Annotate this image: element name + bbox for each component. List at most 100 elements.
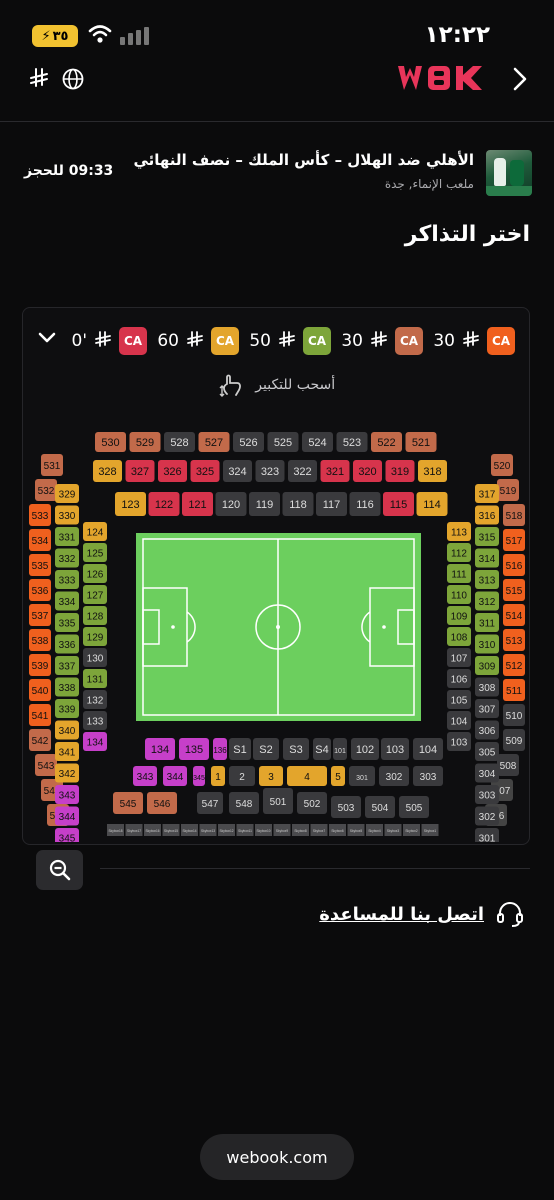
seat-section-label: 116 (356, 499, 374, 511)
page-title: اختر التذاكر (404, 222, 530, 247)
seat-section-label: 525 (274, 437, 292, 449)
seat-section-label: 530 (101, 437, 119, 449)
seat-section-label: 331 (59, 533, 76, 544)
seat-section-label: 309 (479, 662, 496, 673)
skybox-label: Skybox18 (109, 829, 123, 833)
seat-section-label: 307 (479, 705, 496, 716)
seat-section-label: 330 (59, 511, 76, 522)
seat-section-label: 522 (377, 437, 395, 449)
skybox-label: Skybox14 (183, 829, 197, 833)
seat-section-label: 324 (228, 466, 246, 478)
seat-section-label: 130 (87, 654, 104, 665)
price-tier-1[interactable]: 30 CA (433, 326, 515, 356)
seat-section-label: 326 (163, 466, 181, 478)
seat-section-label: 302 (386, 772, 403, 783)
seat-section-label: 521 (412, 437, 430, 449)
seat-section-label: 125 (87, 549, 104, 560)
seat-section-label: 516 (506, 561, 523, 572)
price-tier-5[interactable]: 0' CA (72, 326, 147, 356)
seat-section-label: 325 (196, 466, 214, 478)
seat-section-label: 503 (338, 803, 355, 814)
battery-level: ٣٥ (52, 28, 69, 44)
app-header (0, 56, 554, 104)
bolt-icon: ⚡ (41, 28, 51, 44)
seat-section-label: 345 (59, 834, 76, 843)
seat-section-label: 105 (451, 696, 468, 707)
seat-section-label: 113 (451, 528, 467, 539)
seat-section-label: 508 (500, 761, 517, 772)
seat-section-label: 111 (451, 570, 467, 581)
seat-section-label: 136 (213, 746, 227, 755)
chevron-down-icon[interactable] (37, 331, 57, 345)
seat-section-label: 4 (304, 772, 310, 783)
seat-section-label: 519 (500, 486, 517, 497)
event-title: الأهلي ضد الهلال – كأس الملك – نصف النها… (133, 151, 474, 169)
price-tier-2[interactable]: 30 CA (341, 326, 423, 356)
seat-section-label: 126 (87, 570, 104, 581)
price-amount: 30 (433, 331, 455, 351)
seat-section-label: 318 (423, 466, 441, 478)
seat-section-label: 115 (390, 499, 408, 511)
riyal-icon (277, 329, 297, 353)
price-tier-3[interactable]: 50 CA (249, 326, 331, 356)
seat-section-label: 504 (372, 803, 389, 814)
seat-section-label: 315 (479, 533, 496, 544)
riyal-icon (461, 329, 481, 353)
skybox-label: Skybox10 (257, 829, 271, 833)
seat-section-label: S1 (233, 744, 246, 756)
riyal-icon (369, 329, 389, 353)
skybox-label: Skybox7 (313, 829, 325, 833)
seat-section-label: 303 (420, 772, 437, 783)
header-divider (0, 121, 554, 122)
category-badge: CA (395, 327, 423, 355)
seat-section-label: 135 (185, 744, 203, 756)
skybox-label: Skybox8 (294, 829, 306, 833)
seat-section-label: 529 (136, 437, 154, 449)
seat-section-label: 312 (479, 597, 496, 608)
seat-section-label: 512 (506, 661, 523, 672)
price-tier-4[interactable]: 60 CA (157, 326, 239, 356)
zoom-out-button[interactable] (36, 850, 83, 890)
seat-section-label: 338 (59, 683, 76, 694)
pinch-hand-icon (219, 374, 241, 397)
currency-toggle-icon[interactable] (27, 66, 51, 90)
seat-section-label: 337 (59, 662, 76, 673)
seat-section-label: 104 (419, 744, 437, 756)
category-badge: CA (303, 327, 331, 355)
skybox-label: Skybox3 (387, 829, 399, 833)
seat-section-label: 520 (494, 461, 511, 472)
skybox-label: Skybox15 (164, 829, 178, 833)
seat-section-label: 538 (32, 636, 49, 647)
seat-section-label: 528 (170, 437, 188, 449)
seat-section-label: 334 (59, 597, 76, 608)
seat-section-label: 340 (59, 726, 76, 737)
seat-section-label: 343 (137, 772, 154, 783)
language-globe-icon[interactable] (62, 68, 84, 90)
stadium-seat-map[interactable]: 530 529 528 527 526 525 524 523 522 521328 327 326 3… (23, 422, 530, 842)
seat-section-label: 107 (451, 654, 468, 665)
seat-section-label: 124 (87, 528, 104, 539)
seat-section-label: 320 (358, 466, 376, 478)
zoom-out-icon (49, 859, 70, 881)
seat-section-label: 333 (59, 576, 76, 587)
seat-section-label: 127 (87, 591, 104, 602)
seat-section-label: 1 (215, 772, 221, 783)
webook-logo[interactable] (396, 63, 488, 97)
seat-section-label: 548 (236, 799, 253, 810)
browser-url-pill[interactable]: webook.com (200, 1134, 354, 1180)
seat-section-label: 314 (479, 554, 496, 565)
seat-section-label: 101 (334, 748, 346, 755)
back-chevron-icon[interactable] (512, 66, 528, 92)
contact-help-link[interactable]: اتصل بنا للمساعدة (319, 900, 524, 928)
seat-section-label: 540 (32, 686, 49, 697)
seat-section-label: 122 (155, 499, 173, 511)
seat-section-label: 542 (32, 736, 49, 747)
category-badge: CA (211, 327, 239, 355)
seat-section-label: 313 (479, 576, 496, 587)
seat-section-label: 104 (451, 717, 468, 728)
seat-section-label: 502 (304, 799, 321, 810)
price-amount: 50 (249, 331, 271, 351)
seat-section-label: 515 (506, 586, 523, 597)
seat-section-label: 547 (202, 799, 219, 810)
seat-section-label: 329 (59, 490, 76, 501)
